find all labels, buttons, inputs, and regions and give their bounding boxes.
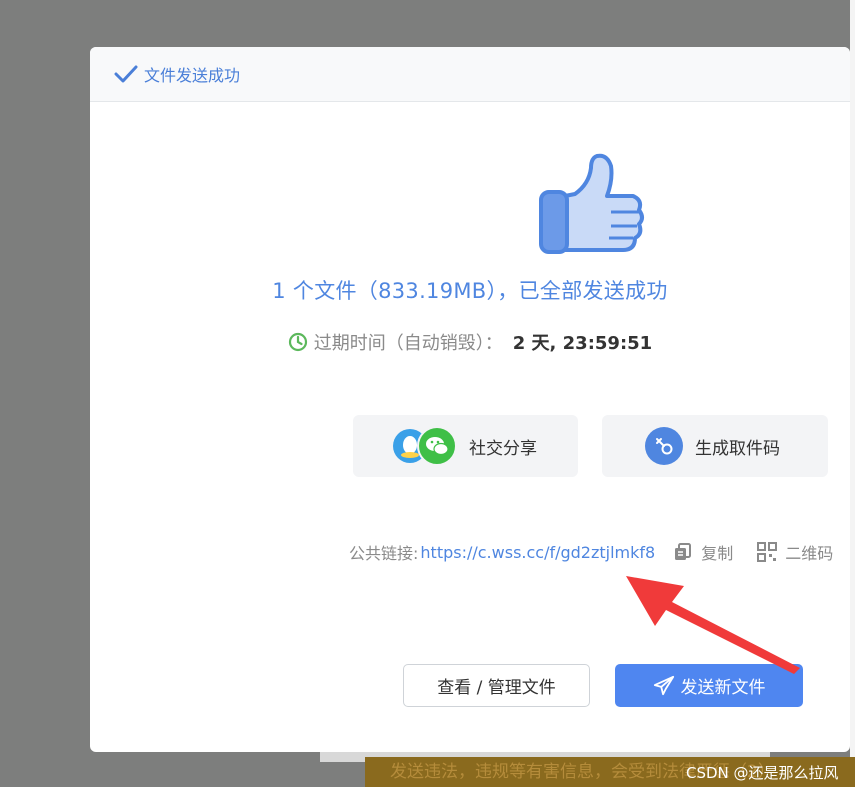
qrcode-label: 二维码: [785, 544, 834, 563]
send-success-dialog: 文件发送成功 1 个文件（833.19MB），已全部发送成功 过期时间（自动销毁…: [90, 47, 850, 752]
backdrop-panel-edge: [850, 0, 855, 787]
dialog-header: 文件发送成功: [90, 47, 850, 102]
generate-pickup-code-button[interactable]: 生成取件码: [602, 415, 828, 477]
key-icon: [645, 427, 683, 465]
generate-pickup-code-label: 生成取件码: [695, 438, 780, 459]
send-new-file-button[interactable]: 发送新文件: [615, 664, 803, 707]
csdn-watermark: CSDN @还是那么拉风: [686, 764, 839, 782]
public-link-url[interactable]: https://c.wss.cc/f/gd2ztjlmkf8: [420, 543, 655, 562]
success-message: 1 个文件（833.19MB），已全部发送成功: [272, 279, 668, 303]
qrcode-button[interactable]: 二维码: [757, 540, 833, 564]
clock-icon: [288, 332, 307, 352]
expire-countdown: 2 天, 23:59:51: [512, 333, 653, 354]
qrcode-icon: [757, 542, 778, 562]
expire-label: 过期时间（自动销毁）：: [313, 333, 503, 354]
public-link-row: 公共链接: https://c.wss.cc/f/gd2ztjlmkf8 复制 …: [349, 540, 833, 564]
social-share-button[interactable]: 社交分享: [353, 415, 578, 477]
dialog-title: 文件发送成功: [144, 66, 241, 85]
copy-link-button[interactable]: 复制: [673, 540, 733, 564]
wechat-icon: [417, 426, 457, 466]
send-new-file-label: 发送新文件: [680, 678, 766, 698]
paper-plane-icon: [653, 675, 674, 695]
copy-icon: [675, 543, 692, 560]
social-share-label: 社交分享: [469, 438, 537, 459]
expire-row: 过期时间（自动销毁）： 2 天, 23:59:51: [90, 329, 850, 355]
public-link-label: 公共链接:: [349, 544, 419, 563]
check-icon: [114, 65, 138, 83]
copy-link-label: 复制: [701, 544, 734, 563]
thumbs-up-icon: [539, 153, 644, 254]
view-manage-files-button[interactable]: 查看 / 管理文件: [403, 664, 590, 707]
